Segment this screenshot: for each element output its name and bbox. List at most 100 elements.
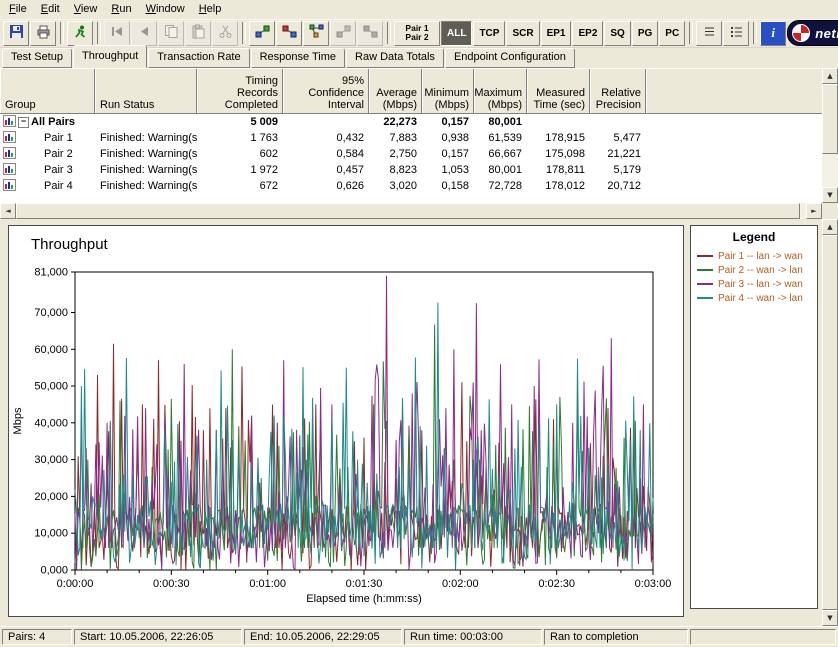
value-cell: 5,477	[590, 132, 646, 144]
column-header-average[interactable]: Average (Mbps)	[369, 69, 422, 113]
tree-collapse-icon[interactable]: −	[18, 117, 29, 128]
go-first-button	[104, 21, 130, 46]
value-cell: 7,883	[369, 132, 422, 144]
scroll-thumb[interactable]	[16, 203, 800, 219]
menu-help[interactable]: Help	[192, 1, 229, 18]
column-header-95-confidence[interactable]: 95% Confidence Interval	[283, 69, 369, 113]
pair-selector-button[interactable]: Pair 1 Pair 2	[394, 21, 440, 46]
save-button[interactable]	[3, 21, 29, 46]
svg-text:Mbps: Mbps	[12, 407, 24, 434]
table-row-pair-1[interactable]: Pair 1Finished: Warning(s)1 7630,4327,88…	[0, 130, 822, 146]
table-horizontal-scrollbar[interactable]: ◄ ►	[0, 203, 822, 219]
value-cell: 21,221	[590, 148, 646, 160]
column-header-relative[interactable]: Relative Precision	[590, 69, 646, 113]
paste-icon	[191, 24, 206, 42]
svg-text:81,000: 81,000	[34, 267, 68, 279]
run-status-cell: Finished: Warning(s)	[95, 180, 197, 192]
netiq-logo-text: netIQ	[815, 26, 838, 41]
view-button-sq[interactable]: SQ	[604, 21, 630, 46]
value-cell: 72,728	[474, 180, 527, 192]
menu-run[interactable]: Run	[104, 1, 138, 18]
view-button-pc[interactable]: PC	[659, 21, 685, 46]
group-label: Pair 1	[44, 132, 73, 144]
legend-panel: Legend Pair 1 -- lan -> wanPair 2 -- wan…	[690, 225, 818, 609]
menu-view[interactable]: View	[67, 1, 105, 18]
legend-line-swatch	[697, 283, 713, 285]
table-row-all-pairs[interactable]: −All Pairs5 00922,2730,15780,001	[0, 114, 822, 130]
value-cell: 0,157	[422, 116, 474, 128]
view-button-ep2[interactable]: EP2	[572, 21, 603, 46]
scroll-thumb[interactable]	[822, 235, 838, 610]
table-row-pair-2[interactable]: Pair 2Finished: Warning(s)6020,5842,7500…	[0, 146, 822, 162]
column-header-group[interactable]: Group	[0, 69, 95, 113]
pair-icon	[255, 24, 270, 42]
table-row-pair-4[interactable]: Pair 4Finished: Warning(s)6720,6263,0200…	[0, 178, 822, 194]
info-button[interactable]: i	[760, 21, 786, 46]
scroll-right-button[interactable]: ►	[806, 203, 822, 219]
scroll-down-button[interactable]: ▼	[822, 610, 838, 626]
value-cell: 80,001	[474, 116, 527, 128]
value-cell: 20,712	[590, 180, 646, 192]
tab-endpoint-configuration[interactable]: Endpoint Configuration	[445, 48, 575, 68]
list-alt-icon	[729, 24, 744, 42]
svg-text:40,000: 40,000	[34, 417, 68, 429]
toolbar-separator	[60, 22, 64, 44]
view-button-all[interactable]: ALL	[441, 21, 472, 46]
scroll-up-button[interactable]: ▲	[822, 68, 838, 84]
column-header-timing-records[interactable]: Timing Records Completed	[197, 69, 283, 113]
arrow-left-icon: ◄	[5, 207, 10, 215]
tab-raw-data-totals[interactable]: Raw Data Totals	[346, 48, 444, 68]
status-result: Ran to completion	[544, 629, 688, 645]
legend-item-label: Pair 1 -- lan -> wan	[718, 251, 803, 262]
toolbar: Pair 1 Pair 2 ALLTCPSCREP1EP2SQPGPC i ne…	[0, 19, 838, 48]
run-test-button[interactable]	[67, 21, 93, 46]
report-view-button[interactable]	[696, 21, 722, 46]
scroll-left-button[interactable]: ◄	[0, 203, 16, 219]
value-cell: 178,012	[527, 180, 590, 192]
value-cell: 22,273	[369, 116, 422, 128]
tab-transaction-rate[interactable]: Transaction Rate	[148, 48, 249, 68]
arrow-up-icon: ▲	[827, 72, 832, 80]
column-header-run-status[interactable]: Run Status	[95, 69, 197, 113]
table-row-pair-3[interactable]: Pair 3Finished: Warning(s)1 9720,4578,82…	[0, 162, 822, 178]
throughput-chart-panel: 0,00010,00020,00030,00040,00050,00060,00…	[8, 225, 684, 617]
legend-line-swatch	[697, 269, 713, 271]
column-header-measured[interactable]: Measured Time (sec)	[527, 69, 590, 113]
value-cell: 0,626	[283, 180, 369, 192]
tab-test-setup[interactable]: Test Setup	[2, 48, 72, 68]
list-icon	[702, 24, 717, 42]
scroll-thumb[interactable]	[822, 84, 838, 154]
arrow-right-icon: ►	[811, 207, 816, 215]
group-label: Pair 4	[44, 180, 73, 192]
legend-line-swatch	[697, 297, 713, 299]
tab-response-time[interactable]: Response Time	[251, 48, 345, 68]
view-button-pg[interactable]: PG	[632, 21, 658, 46]
edit-pair-button[interactable]	[276, 21, 302, 46]
legend-item-pair-2: Pair 2 -- wan -> lan	[697, 263, 811, 277]
view-button-tcp[interactable]: TCP	[473, 21, 505, 46]
chart-vertical-scrollbar[interactable]: ▲ ▼	[822, 219, 838, 626]
view-button-ep1[interactable]: EP1	[541, 21, 572, 46]
group-cell: Pair 1	[0, 131, 95, 146]
add-pair-button[interactable]	[249, 21, 275, 46]
scroll-up-button[interactable]: ▲	[822, 219, 838, 235]
toolbar-separator	[689, 22, 693, 44]
column-header-maximum[interactable]: Maximum (Mbps)	[474, 69, 527, 113]
column-header-minimum[interactable]: Minimum (Mbps)	[422, 69, 474, 113]
view-button-scr[interactable]: SCR	[506, 21, 539, 46]
value-cell: 3,020	[369, 180, 422, 192]
menu-file[interactable]: File	[2, 1, 34, 18]
group-pairs-button[interactable]	[303, 21, 329, 46]
value-cell: 178,811	[527, 164, 590, 176]
scroll-down-button[interactable]: ▼	[822, 187, 838, 203]
print-button[interactable]	[30, 21, 56, 46]
tab-throughput[interactable]: Throughput	[73, 45, 147, 68]
results-table-body: −All Pairs5 00922,2730,15780,001Pair 1Fi…	[0, 114, 822, 194]
status-filler	[690, 629, 836, 645]
detail-view-button[interactable]	[723, 21, 749, 46]
netiq-logo-icon	[792, 24, 810, 42]
menu-edit[interactable]: Edit	[34, 1, 67, 18]
table-vertical-scrollbar[interactable]: ▲ ▼	[822, 68, 838, 203]
menu-window[interactable]: Window	[139, 1, 192, 18]
value-cell: 0,157	[422, 148, 474, 160]
